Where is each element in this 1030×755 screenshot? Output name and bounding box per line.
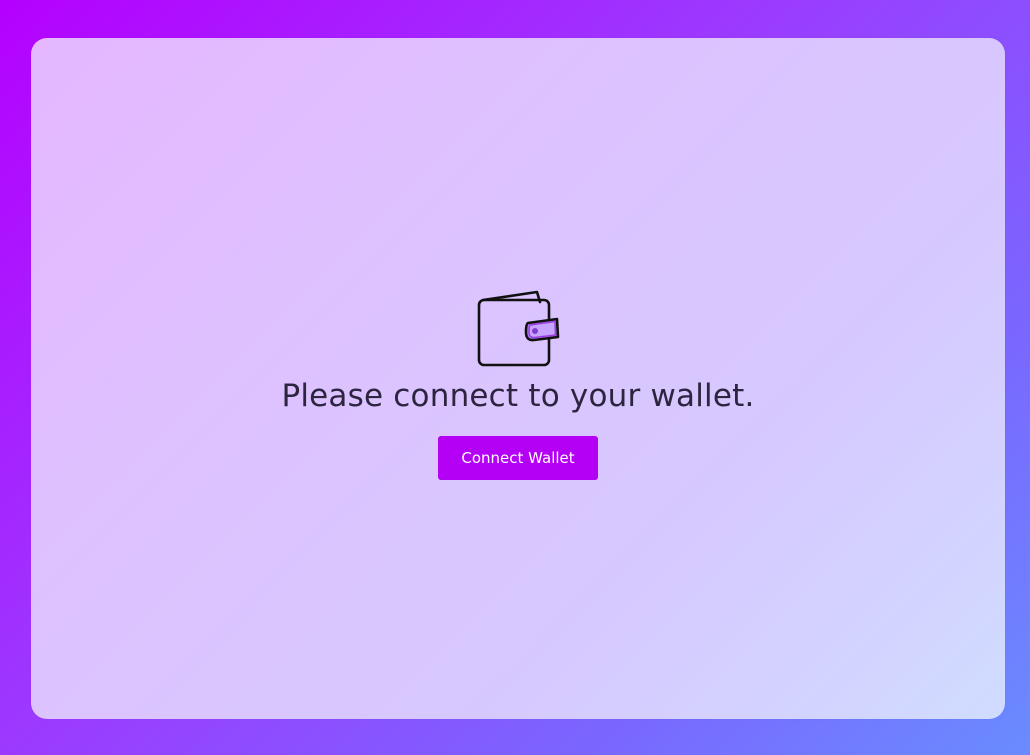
connect-card: Please connect to your wallet. Connect W…	[31, 38, 1005, 719]
connect-wallet-button[interactable]: Connect Wallet	[438, 436, 598, 480]
connect-prompt: Please connect to your wallet. Connect W…	[31, 288, 1005, 480]
connect-message: Please connect to your wallet.	[281, 378, 755, 414]
wallet-icon	[477, 290, 560, 367]
